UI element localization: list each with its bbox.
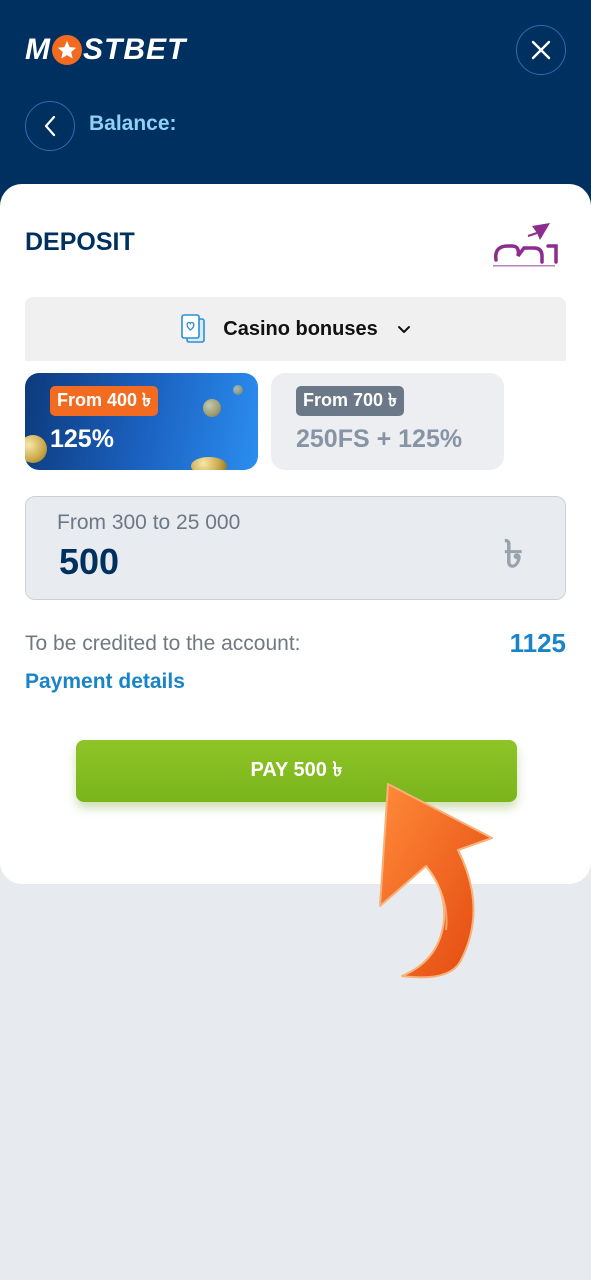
back-button[interactable] <box>25 101 75 151</box>
bonus-badge: From 400 ৳ <box>50 386 158 416</box>
amount-value[interactable]: 500 <box>59 541 119 583</box>
coin-decoration <box>191 457 227 470</box>
taka-currency-icon: ৳ <box>504 534 523 576</box>
amount-range-hint: From 300 to 25 000 <box>57 511 241 534</box>
amount-input[interactable]: From 300 to 25 000 500 ৳ <box>25 496 566 600</box>
logo-star-icon <box>52 35 82 65</box>
bonus-badge: From 700 ৳ <box>296 386 404 416</box>
bonus-value: 125% <box>50 425 114 453</box>
deposit-title: DEPOSIT <box>25 228 135 256</box>
balance-label: Balance: <box>89 112 177 135</box>
playing-cards-icon <box>181 314 206 343</box>
pointer-arrow-icon <box>379 783 493 979</box>
coin-decoration <box>233 385 243 395</box>
credited-label: To be credited to the account: <box>25 632 301 655</box>
payment-details-link[interactable]: Payment details <box>25 670 185 694</box>
credited-value: 1125 <box>509 628 566 658</box>
close-icon <box>531 40 551 60</box>
header: M STBET Balance: <box>0 0 591 215</box>
bonus-select-label: Casino bonuses <box>223 317 378 340</box>
coin-decoration <box>25 435 47 463</box>
logo-text-left: M <box>25 33 51 66</box>
mostbet-logo[interactable]: M STBET <box>25 30 186 70</box>
close-button[interactable] <box>516 25 566 75</box>
rocket-logo <box>493 223 558 267</box>
bonus-type-select[interactable]: Casino bonuses <box>25 297 566 361</box>
coin-decoration <box>203 399 221 417</box>
chevron-down-icon <box>397 326 410 333</box>
chevron-left-icon <box>44 115 56 137</box>
logo-text-right: STBET <box>83 33 187 66</box>
bonus-value: 250FS + 125% <box>296 425 463 453</box>
bonus-option-1[interactable]: From 400 ৳ 125% <box>25 373 258 470</box>
bonus-option-2[interactable]: From 700 ৳ 250FS + 125% <box>271 373 504 470</box>
